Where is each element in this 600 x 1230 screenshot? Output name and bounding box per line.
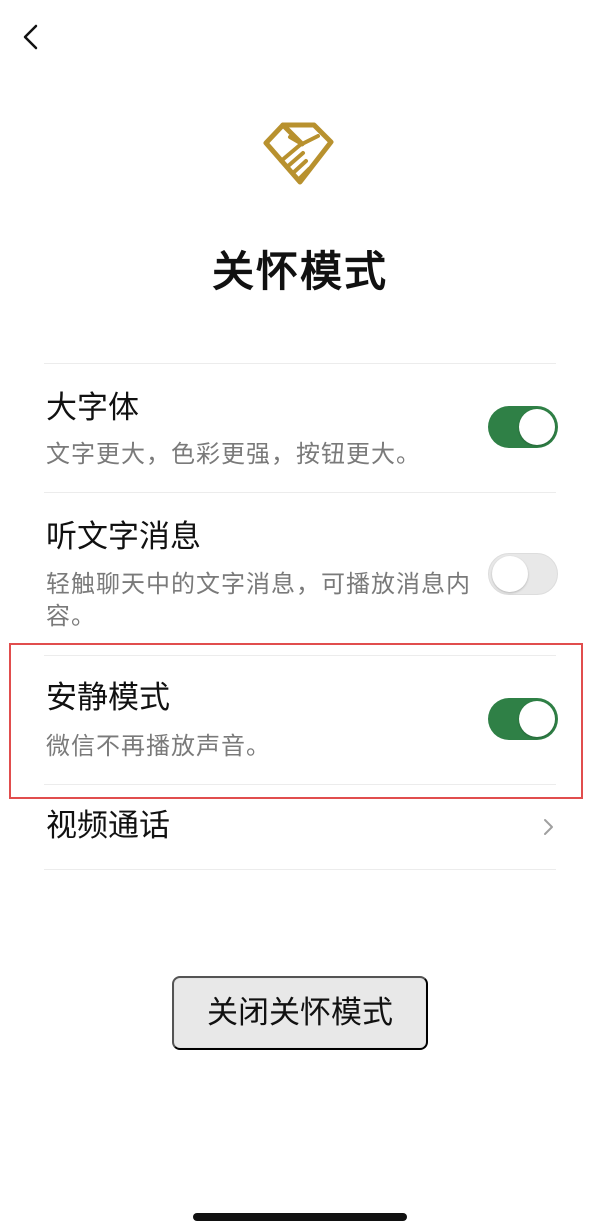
large-font-description: 文字更大，色彩更强，按钮更大。 — [46, 440, 421, 468]
home-indicator — [193, 1213, 407, 1221]
large-font-title: 大字体 — [46, 390, 139, 426]
back-button[interactable] — [14, 20, 48, 54]
care-heart-hand-icon — [263, 122, 334, 185]
quiet-mode-highlight — [9, 643, 583, 799]
chevron-right-icon — [544, 819, 553, 835]
close-care-mode-button[interactable]: 关闭关怀模式 — [172, 976, 428, 1050]
toggle-knob — [519, 409, 555, 445]
divider — [44, 869, 556, 870]
chevron-left-icon — [23, 24, 38, 50]
toggle-knob — [492, 556, 528, 592]
listen-text-toggle[interactable] — [488, 553, 558, 595]
listen-text-setting: 听文字消息 轻触聊天中的文字消息，可播放消息内容。 — [44, 493, 558, 655]
page-title: 关怀模式 — [211, 247, 388, 296]
large-font-setting: 大字体 文字更大，色彩更强，按钮更大。 — [44, 364, 558, 492]
large-font-toggle[interactable] — [488, 406, 558, 448]
video-call-title: 视频通话 — [46, 808, 170, 844]
listen-text-description: 轻触聊天中的文字消息，可播放消息内容。 — [46, 570, 471, 630]
listen-text-title: 听文字消息 — [46, 519, 201, 555]
